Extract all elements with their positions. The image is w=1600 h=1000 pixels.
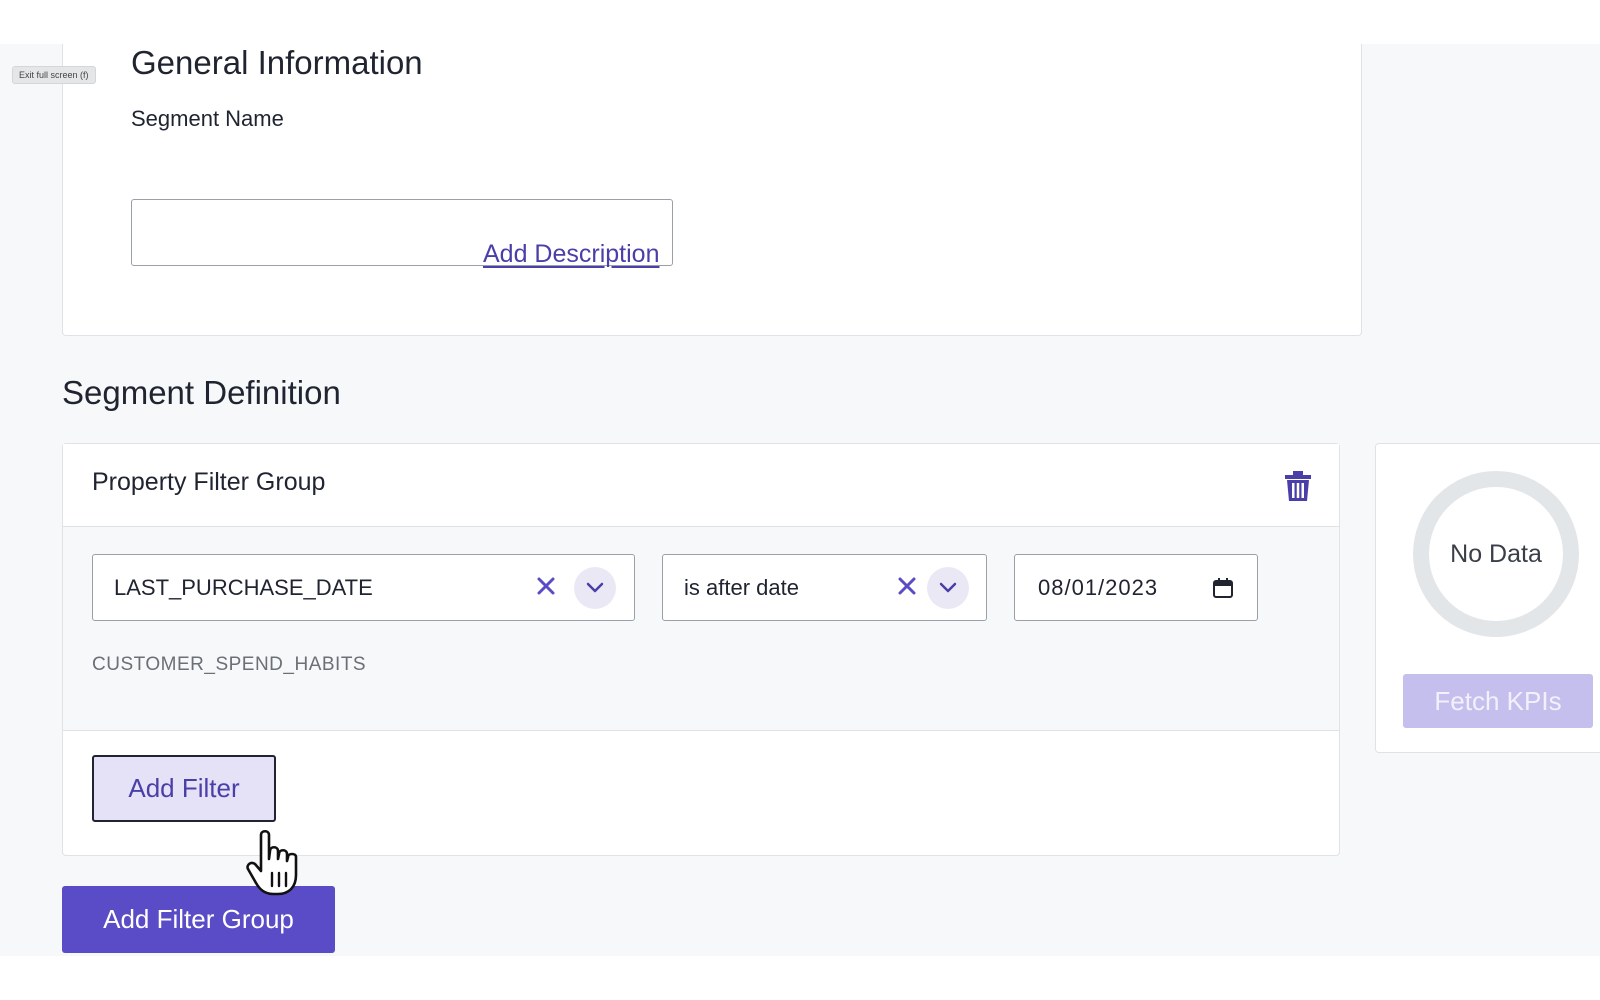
operator-dropdown-button[interactable] — [927, 567, 969, 609]
chevron-down-icon — [586, 582, 604, 593]
add-filter-button[interactable]: Add Filter — [92, 755, 276, 822]
page-canvas: General Information Segment Name Add Des… — [0, 44, 1600, 956]
property-select-value: LAST_PURCHASE_DATE — [114, 575, 373, 600]
operator-select[interactable]: is after date — [662, 554, 987, 621]
table-name-label: CUSTOMER_SPEND_HABITS — [92, 654, 367, 675]
date-input-value: 08/01/2023 — [1038, 575, 1159, 600]
general-information-card — [62, 44, 1362, 336]
clear-property-icon[interactable] — [534, 574, 558, 598]
segment-definition-title: Segment Definition — [62, 374, 341, 411]
filter-group-header: Property Filter Group — [63, 444, 1339, 527]
property-select[interactable]: LAST_PURCHASE_DATE — [92, 554, 635, 621]
chevron-down-icon — [939, 582, 957, 593]
property-filter-group-card: Property Filter Group LAST_PURCHASE_DATE — [62, 443, 1340, 856]
date-input[interactable]: 08/01/2023 — [1014, 554, 1258, 621]
filter-group-title: Property Filter Group — [92, 468, 326, 496]
kpi-panel: No Data Fetch KPIs — [1375, 443, 1600, 753]
trash-icon[interactable] — [1283, 470, 1313, 502]
property-dropdown-button[interactable] — [574, 567, 616, 609]
filter-group-body: LAST_PURCHASE_DATE is after date 08/01/2… — [63, 527, 1339, 731]
add-filter-group-button[interactable]: Add Filter Group — [62, 886, 335, 953]
general-information-title: General Information — [131, 44, 423, 81]
exit-fullscreen-tooltip: Exit full screen (f) — [12, 66, 96, 84]
calendar-icon[interactable] — [1211, 576, 1235, 600]
no-data-label: No Data — [1450, 539, 1542, 568]
fetch-kpis-button[interactable]: Fetch KPIs — [1403, 674, 1593, 728]
operator-select-value: is after date — [684, 575, 799, 600]
segment-name-label: Segment Name — [131, 106, 284, 131]
clear-operator-icon[interactable] — [895, 574, 919, 598]
add-description-link[interactable]: Add Description — [483, 240, 659, 269]
